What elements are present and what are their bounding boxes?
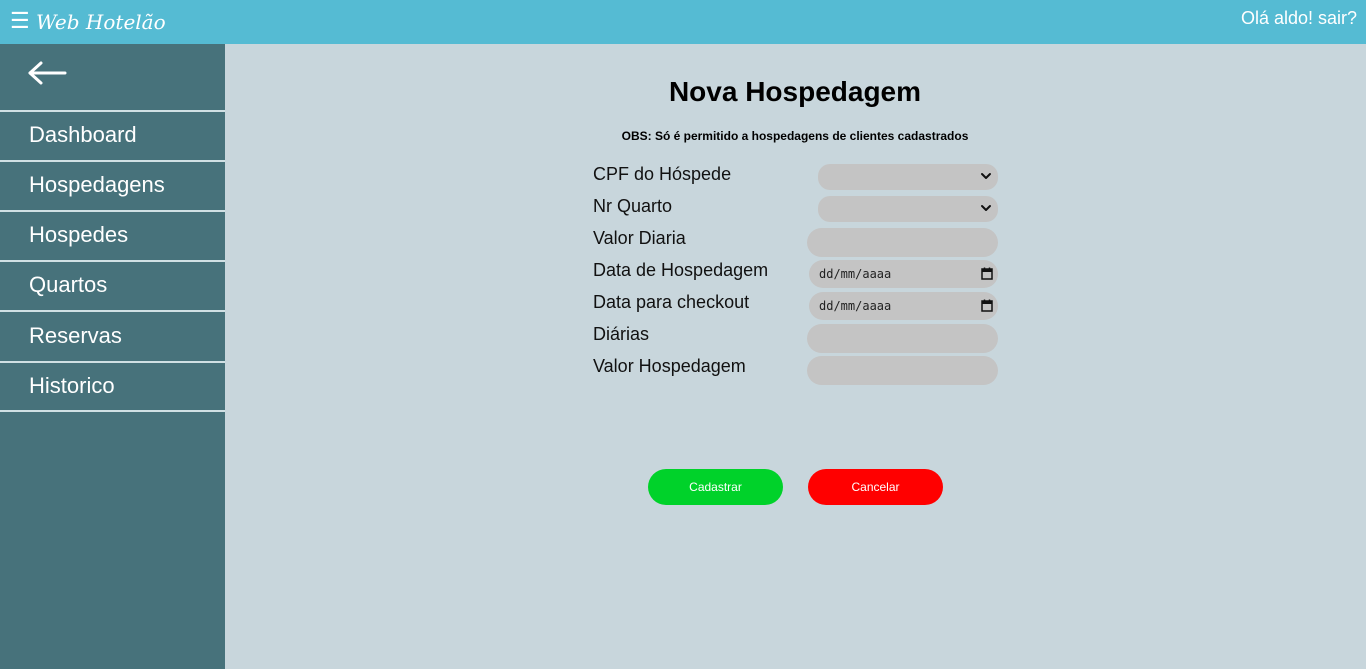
date-placeholder: dd/mm/aaaa [819,267,892,281]
data-checkout-label: Data para checkout [593,292,750,312]
sidebar-item-reservas[interactable]: Reservas [0,310,225,361]
top-bar: ☰ Web Hotelão Olá aldo! sair? [0,0,1366,44]
sidebar: Dashboard Hospedagens Hospedes Quartos R… [0,44,225,669]
sidebar-divider [0,410,225,412]
page-title: Nova Hospedagem [668,76,922,107]
calendar-icon[interactable] [981,299,993,312]
diarias-label: Diárias [593,324,650,344]
data-checkout-input[interactable]: dd/mm/aaaa [809,292,998,320]
obs-note: OBS: Só é permitido a hospedagens de cli… [621,129,969,143]
chevron-down-icon [980,169,992,183]
valor-diaria-label: Valor Diaria [593,228,686,248]
calendar-icon[interactable] [981,267,993,280]
cadastrar-button[interactable]: Cadastrar [648,469,783,505]
valor-diaria-input[interactable] [807,228,998,257]
chevron-down-icon [980,201,992,215]
cpf-select[interactable] [818,164,998,190]
brand-logo: Web Hotelão [36,10,166,34]
sidebar-item-historico[interactable]: Historico [0,361,225,410]
arrow-left-icon[interactable] [27,56,67,92]
user-greeting-logout-link[interactable]: Olá aldo! sair? [1241,7,1357,29]
sidebar-item-quartos[interactable]: Quartos [0,260,225,310]
valor-hospedagem-label: Valor Hospedagem [593,356,746,376]
cpf-label: CPF do Hóspede [593,164,732,184]
data-hospedagem-input[interactable]: dd/mm/aaaa [809,260,998,288]
quarto-label: Nr Quarto [593,196,673,216]
sidebar-item-dashboard[interactable]: Dashboard [0,110,225,160]
sidebar-item-hospedes[interactable]: Hospedes [0,210,225,260]
valor-hospedagem-input[interactable] [807,356,998,385]
date-placeholder: dd/mm/aaaa [819,299,892,313]
data-hospedagem-label: Data de Hospedagem [593,260,769,280]
hamburger-icon[interactable]: ☰ [10,8,30,34]
sidebar-item-hospedagens[interactable]: Hospedagens [0,160,225,210]
cancelar-button[interactable]: Cancelar [808,469,943,505]
quarto-select[interactable] [818,196,998,222]
diarias-input[interactable] [807,324,998,353]
